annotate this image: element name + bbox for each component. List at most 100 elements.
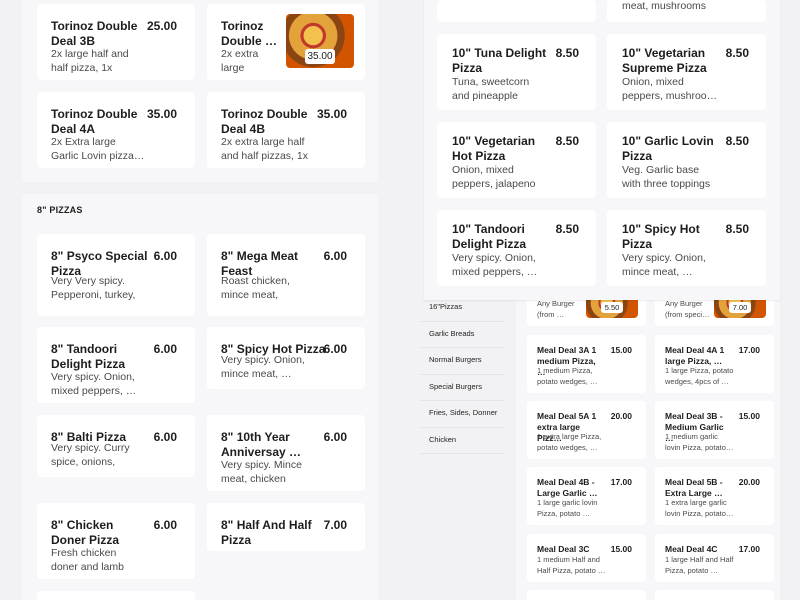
menu-item-card[interactable]: Meal Deal 4C 17.00 1 large Half and Half… [655,534,774,582]
item-price: 35.00 [305,49,335,64]
menu-item-card[interactable]: Meal Deal 3C 15.00 1 medium Half and Hal… [527,534,646,582]
item-description: Tuna, sweetcorn and pineapple [452,76,530,102]
item-description: Onion, mixed peppers, mushroo… [622,76,718,102]
section-title: 8" PIZZAS [37,205,83,215]
item-price: 20.00 [738,477,760,487]
menu-item-card-partial[interactable] [655,590,774,600]
item-name: 8" Half And Half Pizza [221,518,312,547]
item-price: 7.00 [323,518,347,532]
menu-item-card[interactable]: Meal Deal 3B - Medium Garlic … 15.00 1 m… [655,401,774,459]
item-description: meat, mushrooms … [622,0,707,14]
item-price: 6.00 [153,249,177,263]
item-description: Any Burger (from speci… [665,299,710,319]
menu-item-card-partial[interactable] [437,0,596,22]
item-description: 2x large half and half pizza, 1x Larg… [51,48,129,76]
item-name: 10" Tuna Delight Pizza [452,46,547,75]
menu-item-card[interactable]: Meal Deal 3A 1 medium Pizza, … 15.00 1 m… [527,335,646,393]
item-name: Meal Deal 4B - Large Garlic … [537,477,598,498]
item-price: 5.50 [601,302,623,313]
category-item[interactable]: Special Burgers [420,375,504,401]
item-description: Very spicy. Onion, mixed peppers, … [51,371,137,397]
item-price: 17.00 [610,477,632,487]
item-description: 1 extra large Pizza, potato wedges, … [537,432,602,452]
item-description: 1 medium garlic lovin Pizza, potato… [665,432,734,452]
item-description: 1 large garlic lovin Pizza, potato … [537,498,598,518]
item-description: Veg. Garlic base with three toppings of … [622,164,711,192]
menu-item-card[interactable]: Torinoz Double Deal 4B 35.00 2x extra la… [207,92,365,168]
category-item[interactable]: Garlic Breads [420,322,504,348]
menu-item-card[interactable]: 8" Chicken Doner Pizza 6.00 Fresh chicke… [37,503,195,579]
item-name: 10" Vegetarian Hot Pizza [452,134,536,163]
item-name: 10" Spicy Hot Pizza [622,222,700,251]
item-price: 35.00 [316,107,347,121]
menu-item-card[interactable]: 10" Vegetarian Hot Pizza 8.50 Onion, mix… [437,122,596,198]
item-price: 8.50 [555,134,579,148]
item-description: Very spicy. Mince meat, chicken breas… [221,459,302,487]
menu-item-card[interactable]: 8" Balti Pizza 6.00 Very spicy. Curry sp… [37,415,195,477]
item-description: 1 medium Half and Half Pizza, potato … [537,555,606,575]
item-price: 6.00 [323,342,347,356]
item-description: 2x Extra large Garlic Lovin pizza… [51,136,145,162]
menu-item-card-partial[interactable]: meat, mushrooms … [607,0,766,22]
menu-item-card[interactable]: 8" 10th Year Anniversay … 6.00 Very spic… [207,415,365,491]
menu-item-card[interactable]: 8" Half And Half Pizza 7.00 [207,503,365,551]
item-name: 10" Garlic Lovin Pizza [622,134,714,163]
item-name: 10" Vegetarian Supreme Pizza [622,46,707,75]
menu-item-card[interactable]: 8" Psyco Special Pizza 6.00 Very Very sp… [37,234,195,316]
item-name: Torinoz Double Deal 4A [51,107,138,136]
menu-item-card[interactable]: 8" Tandoori Delight Pizza 6.00 Very spic… [37,327,195,403]
menu-item-card[interactable]: Torinoz Double Deal 3B 25.00 2x large ha… [37,4,195,80]
item-name: Torinoz Double … [221,19,277,48]
menu-item-card-partial[interactable] [527,590,646,600]
item-price: 6.00 [153,430,177,444]
item-price: 8.50 [555,222,579,236]
item-name: Meal Deal 3C [537,544,590,554]
item-description: Any Burger (from … [537,299,575,319]
item-name: 10" Tandoori Delight Pizza [452,222,527,251]
item-price: 15.00 [610,544,632,554]
item-description: 1 extra large garlic lovin Pizza, potato… [665,498,734,518]
menu-item-card[interactable]: Meal Deal 4A 1 large Pizza, … 17.00 1 la… [655,335,774,393]
item-price: 8.50 [725,222,749,236]
item-name: 8" Tandoori Delight Pizza [51,342,126,371]
item-description: Onion, mixed peppers, jalapeno … [452,164,536,192]
menu-item-card[interactable]: Torinoz Double … 2x extra large pizzas… … [207,4,365,80]
item-price: 17.00 [738,345,760,355]
item-price: 8.50 [725,46,749,60]
menu-item-card[interactable]: 8" Spicy Hot Pizza 6.00 Very spicy. Onio… [207,327,365,389]
menu-item-card[interactable]: 8" Mega Meat Feast 6.00 Roast chicken, m… [207,234,365,316]
item-price: 25.00 [146,19,177,33]
category-item[interactable]: Normal Burgers [420,348,504,375]
item-description: Fresh chicken doner and lamb doner … [51,547,124,575]
menu-item-card[interactable]: 10" Garlic Lovin Pizza 8.50 Veg. Garlic … [607,122,766,198]
menu-item-card[interactable]: 10" Spicy Hot Pizza 8.50 Very spicy. Oni… [607,210,766,286]
item-price: 6.00 [153,342,177,356]
category-item[interactable]: Chicken [420,428,504,454]
item-name: Meal Deal 5B - Extra Large … [665,477,723,498]
item-description: Roast chicken, mince meat, pepperoni, … [221,275,290,303]
menu-item-card-partial[interactable] [37,591,195,600]
menu-item-card[interactable]: Meal Deal 5B - Extra Large … 20.00 1 ext… [655,467,774,525]
menu-item-card[interactable]: Meal Deal 4B - Large Garlic … 17.00 1 la… [527,467,646,525]
item-price: 17.00 [738,544,760,554]
menu-item-card[interactable]: 10" Vegetarian Supreme Pizza 8.50 Onion,… [607,34,766,110]
item-price: 6.00 [153,518,177,532]
item-description: Very spicy. Onion, mixed peppers, … [452,252,538,278]
item-name: Torinoz Double Deal 4B [221,107,308,136]
item-description: Very spicy. Curry spice, onions, mixe… [51,442,130,470]
item-price: 15.00 [738,411,760,421]
item-name: Torinoz Double Deal 3B [51,19,138,48]
menu-item-card[interactable]: 10" Tuna Delight Pizza 8.50 Tuna, sweetc… [437,34,596,110]
item-description: 1 large Half and Half Pizza, potato … [665,555,734,575]
item-price: 15.00 [610,345,632,355]
item-description: 1 large Pizza, potato wedges, 4pcs of … [665,366,734,386]
item-price: 35.00 [146,107,177,121]
item-price: 7.00 [729,302,751,313]
item-price: 20.00 [610,411,632,421]
menu-item-card[interactable]: Torinoz Double Deal 4A 35.00 2x Extra la… [37,92,195,168]
menu-item-card[interactable]: 10" Tandoori Delight Pizza 8.50 Very spi… [437,210,596,286]
menu-item-card[interactable]: Meal Deal 5A 1 extra large Pizz… 20.00 1… [527,401,646,459]
item-price: 6.00 [323,430,347,444]
category-item[interactable]: Fries, Sides, Donner [420,401,504,428]
item-description: 2x extra large half and half pizzas, 1x … [221,136,308,164]
